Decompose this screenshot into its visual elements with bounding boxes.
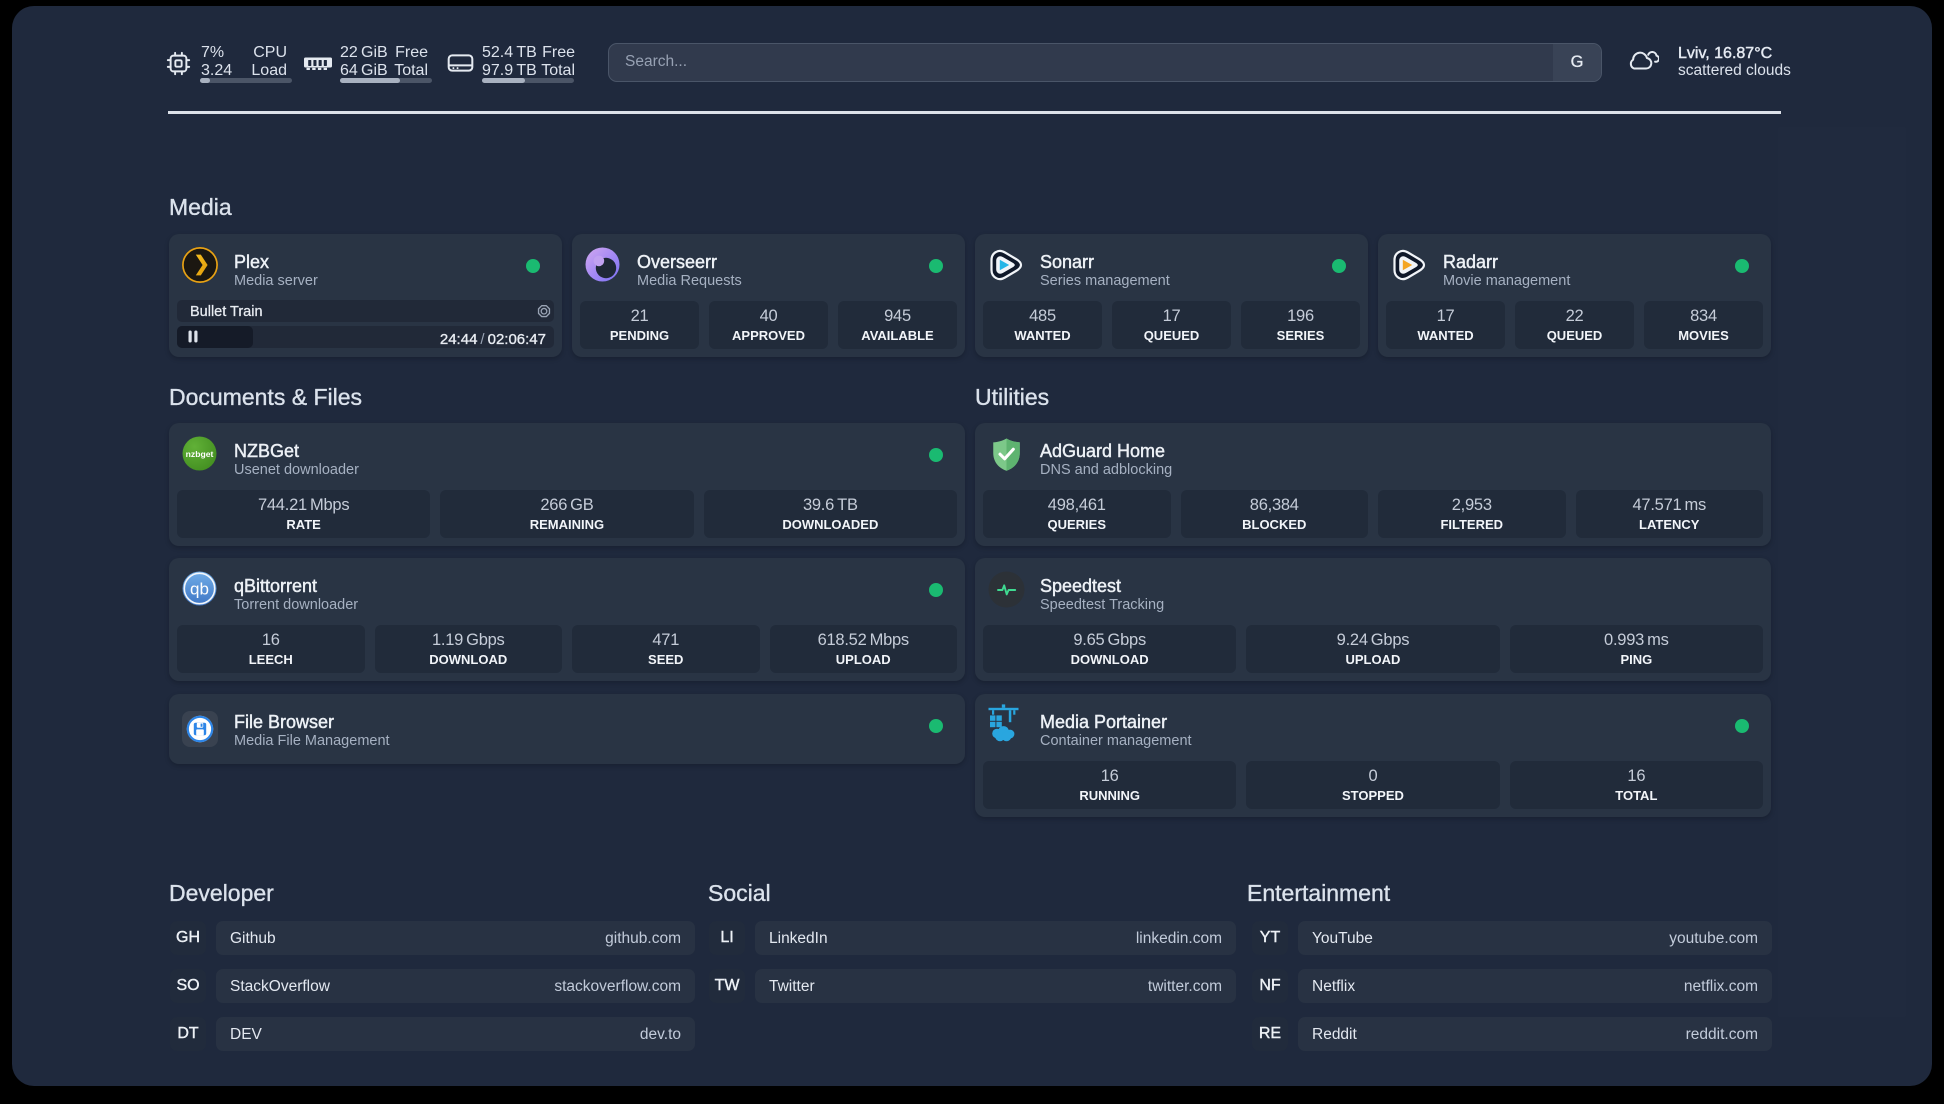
svg-text:nzbget: nzbget bbox=[186, 449, 214, 459]
svg-text:qb: qb bbox=[190, 580, 209, 599]
